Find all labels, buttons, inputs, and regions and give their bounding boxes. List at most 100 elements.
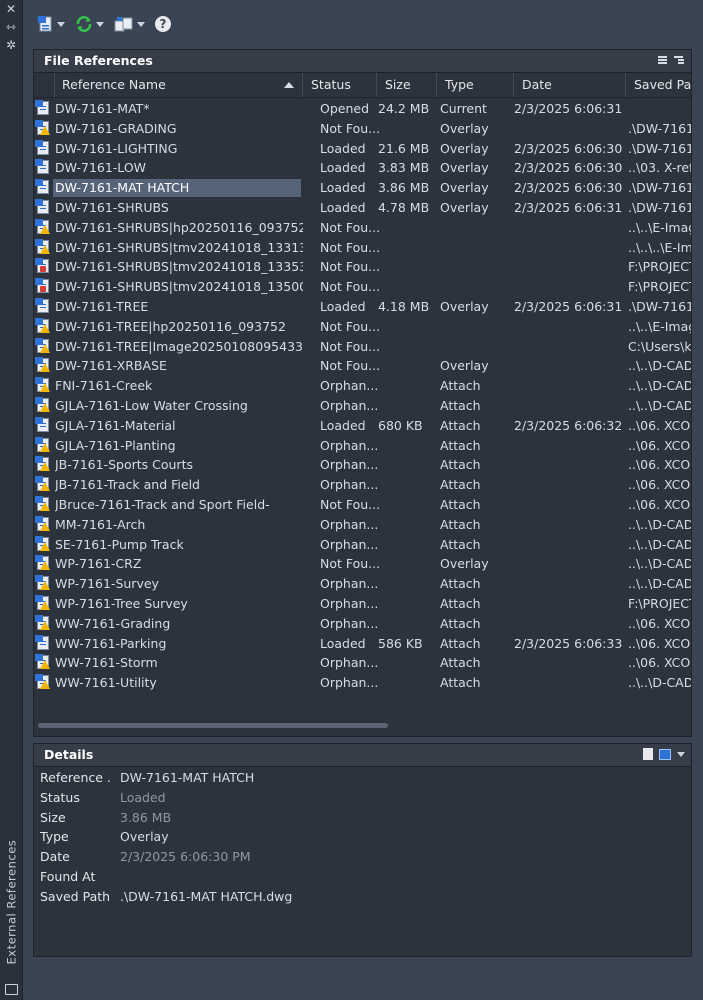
column-header-row: Reference Name Status Size Type Date Sav… [34,73,691,98]
saved-path-cell: F:\PROJECT [628,259,691,275]
saved-path-cell: ..\..\D-CAD' [628,675,691,691]
column-label: Saved Path [634,77,691,92]
chevron-down-icon[interactable] [137,21,145,27]
column-label: Size [385,77,411,92]
table-row[interactable]: DW-7161-MAT HATCH Loaded 3.86 MB Overlay 2/3… [34,178,691,198]
reference-name: WW-7161-Parking [55,635,167,651]
table-row[interactable]: WP-7161-Tree Survey Orphan... Attach F:\PRO… [34,594,691,614]
chevron-down-icon[interactable] [57,21,65,27]
dwg-icon [35,298,52,316]
horizontal-scrollbar[interactable] [38,723,388,728]
type-cell: Attach [440,596,481,611]
tree-view-icon[interactable] [673,54,685,66]
status-cell: Loaded [320,200,366,215]
reference-name: WP-7161-Tree Survey [55,596,188,611]
dwg-warn-icon [35,436,52,455]
type-cell: Overlay [440,556,489,572]
collapse-icon[interactable]: ⇿ [4,20,18,34]
saved-path-cell: ..\06. XCON [628,417,691,433]
reference-name: GJLA-7161-Material [55,417,176,433]
table-row[interactable]: JBruce-7161-Track and Sport Field- Not Fo… [34,495,691,515]
status-cell: Orphan... [320,655,379,671]
table-row[interactable]: DW-7161-GRADING Not Fou... Overlay .\DW-716… [34,119,691,139]
table-row[interactable]: WW-7161-Utility Orphan... Attach ..\..\D-CA… [34,673,691,693]
reference-name: DW-7161-MAT* [55,101,150,116]
status-cell: Loaded [320,635,366,651]
img-error-icon [35,278,52,296]
table-row[interactable]: WW-7161-Storm Orphan... Attach ..\06. XCON [34,653,691,673]
table-row[interactable]: SE-7161-Pump Track Orphan... Attach ..\..\D… [34,535,691,555]
table-row[interactable]: DW-7161-SHRUBS|tmv20241018_133531 - 1 Not… [34,257,691,277]
chevron-down-icon[interactable] [677,751,685,757]
chevron-down-icon[interactable] [96,21,104,27]
table-row[interactable]: DW-7161-XRBASE Not Fou... Overlay ..\..\D-C… [34,356,691,376]
table-row[interactable]: WP-7161-CRZ Not Fou... Overlay ..\..\D-CAD' [34,554,691,574]
table-row[interactable]: FNI-7161-Creek Orphan... Attach ..\..\D-CAD… [34,376,691,396]
list-view-icon[interactable] [655,54,667,66]
saved-path-cell: .\DW-7161- [628,299,691,314]
reference-name: WW-7161-Grading [55,615,171,631]
table-row[interactable]: DW-7161-SHRUBS|tmv20241018_133134 - 1 Not… [34,238,691,258]
type-cell: Attach [440,655,481,671]
status-cell: Orphan... [320,477,379,493]
table-row[interactable]: DW-7161-MAT* Opened 24.2 MB Current 2/3/2025… [34,99,691,119]
table-row[interactable]: GJLA-7161-Low Water Crossing Orphan... Att… [34,396,691,416]
size-cell: 4.78 MB [378,200,430,215]
table-row[interactable]: WP-7161-Survey Orphan... Attach ..\..\D-CAD… [34,574,691,594]
column-reference-name[interactable]: Reference Name [55,73,303,97]
change-path-button[interactable] [114,15,151,33]
date-cell: 2/3/2025 6:06:33 P... [514,635,626,651]
type-cell: Overlay [440,180,489,196]
column-size[interactable]: Size [377,73,437,97]
palette-menu-icon[interactable] [5,984,18,995]
table-row[interactable]: MM-7161-Arch Orphan... Attach ..\..\D-CAD' [34,515,691,535]
preview-view-icon[interactable] [659,748,671,760]
column-saved-path[interactable]: Saved Path [626,73,691,97]
table-row[interactable]: DW-7161-LOW Loaded 3.83 MB Overlay 2/3/2025 … [34,158,691,178]
table-row[interactable]: GJLA-7161-Planting Orphan... Attach ..\06. … [34,436,691,456]
table-row[interactable]: DW-7161-LIGHTING Loaded 21.6 MB Overlay 2/3/… [34,139,691,159]
reference-name: WP-7161-Survey [55,576,159,592]
settings-icon[interactable]: ✲ [4,38,18,52]
reference-name: DW-7161-LOW [55,160,147,176]
table-row[interactable]: DW-7161-TREE|Image20250108095433 Not Fou.… [34,337,691,357]
status-cell: Not Fou... [320,556,380,572]
detail-value[interactable]: .\DW-7161-MAT HATCH.dwg [120,887,292,907]
table-row[interactable]: WW-7161-Parking Loaded 586 KB Attach 2/3/202… [34,634,691,654]
reference-name: DW-7161-MAT HATCH [55,180,190,196]
dwg-icon [35,159,52,177]
attach-dwg-button[interactable] [36,15,71,33]
detail-label: Date [40,849,70,865]
table-row[interactable]: JB-7161-Track and Field Orphan... Attach..… [34,475,691,495]
column-type[interactable]: Type [437,73,514,97]
dwg-warn-icon [35,535,52,554]
details-view-icon[interactable] [643,748,653,760]
table-row[interactable]: GJLA-7161-Material Loaded 680 KB Attach 2/3/… [34,416,691,436]
refresh-button[interactable] [75,15,110,33]
column-status[interactable]: Status [303,73,377,97]
status-cell: Opened [320,101,370,116]
table-row[interactable]: DW-7161-SHRUBS Loaded 4.78 MB Overlay 2/3/20… [34,198,691,218]
status-cell: Orphan... [320,596,379,611]
status-cell: Orphan... [320,516,379,532]
close-icon[interactable]: ✕ [4,2,18,16]
status-cell: Not Fou... [320,120,380,136]
column-label: Date [522,77,552,92]
reference-name: DW-7161-GRADING [55,120,177,136]
help-icon[interactable]: ? [155,16,171,32]
type-cell: Attach [440,477,481,493]
table-row[interactable]: WW-7161-Grading Orphan... Attach ..\06. XCO… [34,614,691,634]
dwg-warn-icon [35,476,52,494]
saved-path-cell: ..\06. XCON [628,477,691,493]
table-row[interactable]: DW-7161-TREE Loaded 4.18 MB Overlay 2/3/2025… [34,297,691,317]
table-row[interactable]: DW-7161-SHRUBS|tmv20241018_135007 - 1 Not… [34,277,691,297]
reference-name: JBruce-7161-Track and Sport Field- [55,497,270,512]
saved-path-cell: ..\..\..\E-Ima [628,239,691,255]
detail-label: Reference ... [40,770,112,785]
table-row[interactable]: DW-7161-SHRUBS|hp20250116_093752 Not Fou.… [34,218,691,238]
column-date[interactable]: Date [514,73,626,97]
table-row[interactable]: JB-7161-Sports Courts Orphan... Attach ..\0… [34,455,691,475]
detail-label: Saved Path [40,888,111,904]
table-row[interactable]: DW-7161-TREE|hp20250116_093752 Not Fou...… [34,317,691,337]
dwg-icon [35,416,52,435]
